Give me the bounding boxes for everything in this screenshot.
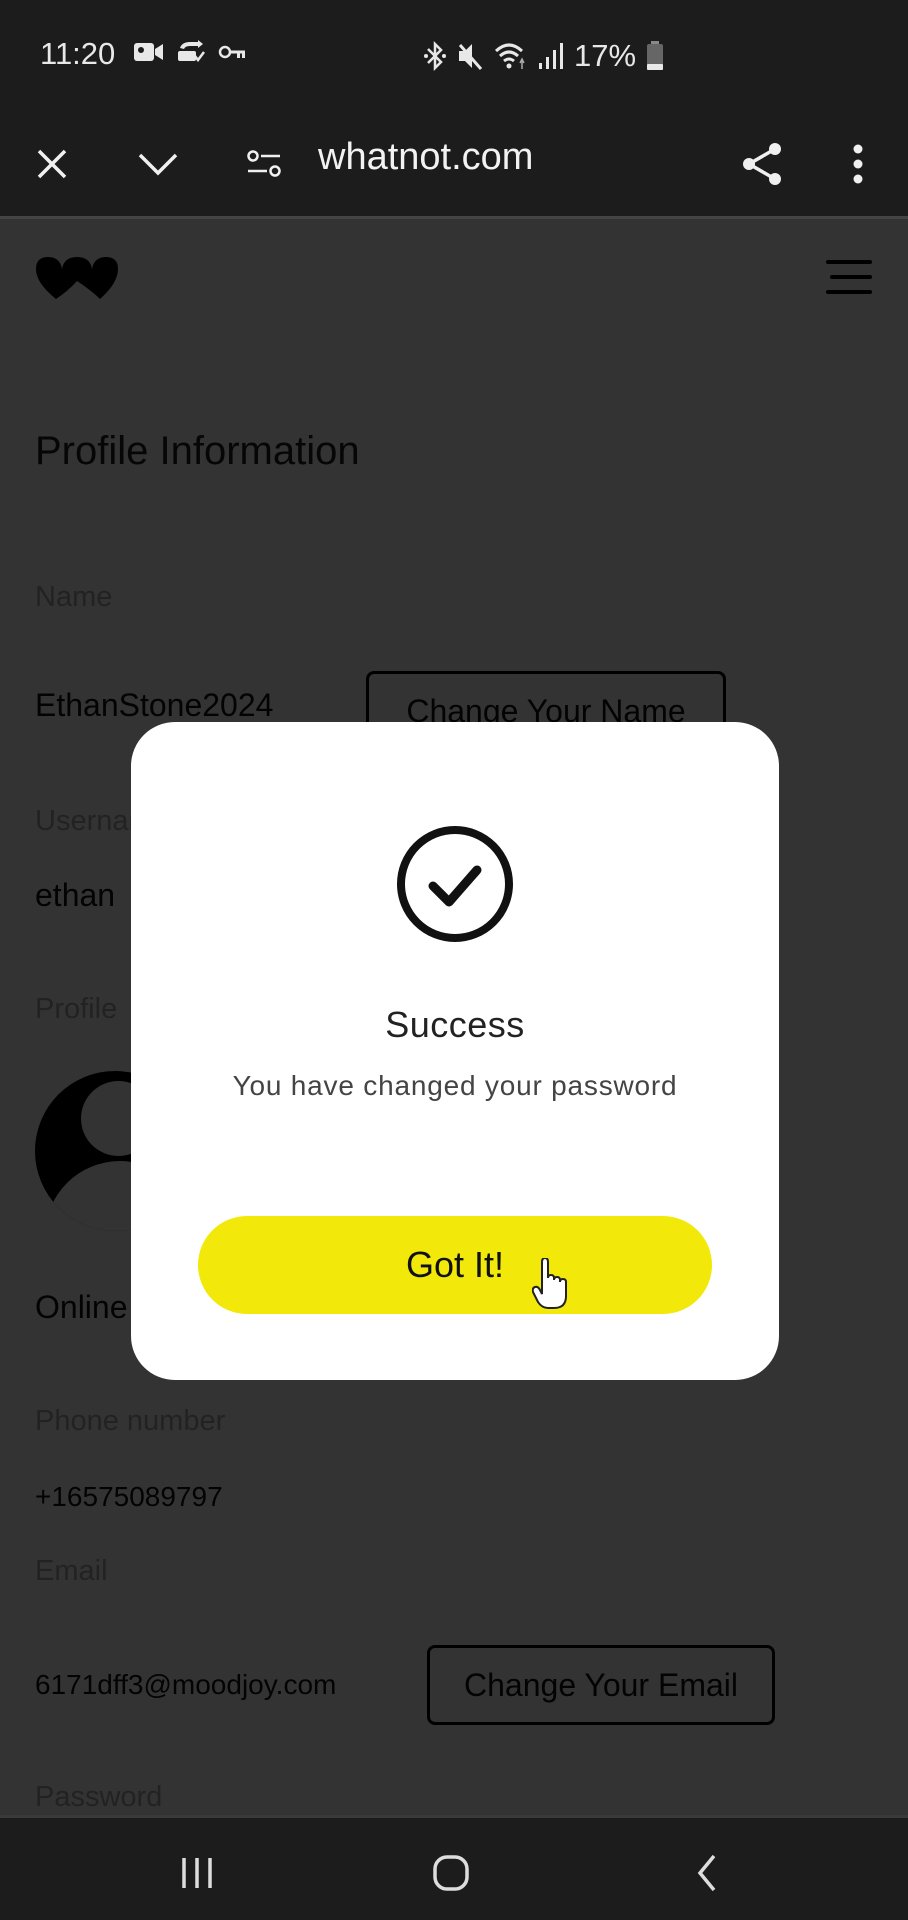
dialog-title: Success bbox=[385, 1004, 525, 1045]
signal-icon bbox=[539, 43, 563, 69]
dialog-message: You have changed your password bbox=[232, 1070, 678, 1101]
url-text[interactable]: whatnot.com bbox=[318, 136, 533, 179]
hand-pointer-cursor-icon bbox=[532, 1258, 567, 1309]
minimize-button[interactable] bbox=[136, 142, 180, 186]
more-options-button[interactable] bbox=[836, 142, 880, 186]
home-icon bbox=[433, 1855, 469, 1891]
recents-button[interactable] bbox=[172, 1848, 222, 1898]
status-bar: 11:20 17% bbox=[0, 0, 908, 112]
home-button[interactable] bbox=[426, 1848, 476, 1898]
check-circle-icon bbox=[397, 826, 513, 942]
key-icon bbox=[218, 45, 245, 59]
back-icon bbox=[697, 1854, 716, 1892]
site-settings-button[interactable] bbox=[242, 142, 286, 186]
bluetooth-icon bbox=[424, 41, 446, 71]
chevron-down-icon bbox=[138, 153, 178, 176]
battery-percent: 17% bbox=[574, 38, 637, 73]
status-right-icons: 17% bbox=[424, 38, 664, 74]
sync-check-icon bbox=[178, 40, 205, 63]
share-button[interactable] bbox=[740, 142, 784, 186]
wifi-icon bbox=[494, 43, 525, 69]
got-it-button[interactable]: Got It! bbox=[198, 1216, 712, 1314]
close-icon bbox=[37, 149, 67, 179]
status-left-icons bbox=[134, 40, 246, 64]
system-nav-bar bbox=[0, 1815, 908, 1920]
more-vertical-icon bbox=[853, 144, 863, 184]
mute-icon bbox=[458, 44, 483, 70]
browser-toolbar: whatnot.com bbox=[0, 112, 908, 218]
back-button[interactable] bbox=[682, 1848, 732, 1898]
recents-icon bbox=[182, 1858, 212, 1888]
share-icon bbox=[743, 143, 781, 185]
site-settings-icon bbox=[247, 150, 281, 177]
battery-icon bbox=[647, 41, 664, 70]
success-dialog: Success You have changed your password G… bbox=[131, 722, 779, 1380]
video-camera-icon bbox=[134, 43, 163, 61]
close-tab-button[interactable] bbox=[30, 142, 74, 186]
status-time: 11:20 bbox=[40, 36, 116, 71]
